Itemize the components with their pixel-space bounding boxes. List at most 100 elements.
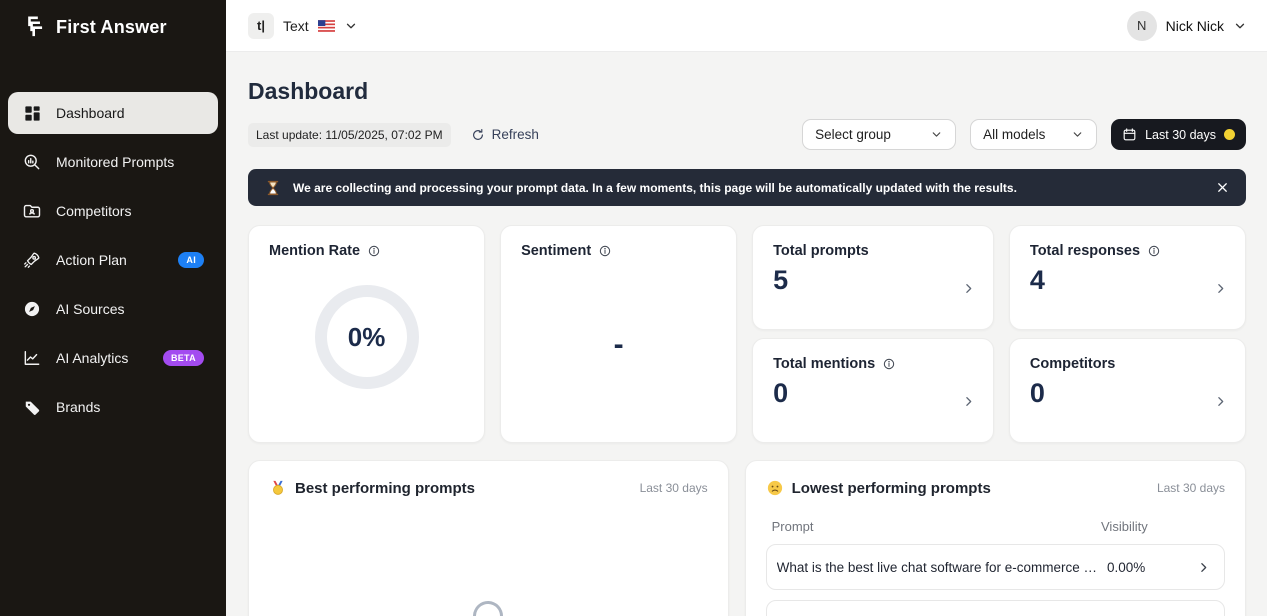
chevron-right-icon: [1197, 561, 1210, 574]
sidebar: First Answer Dashboard Monitored Prompts…: [0, 0, 226, 616]
refresh-label: Refresh: [491, 127, 539, 142]
medal-icon: [269, 479, 287, 497]
chevron-right-icon[interactable]: [1214, 282, 1227, 295]
loading-spinner: [468, 596, 509, 616]
total-prompts-value: 5: [773, 265, 789, 295]
sidebar-item-action-plan[interactable]: Action Plan AI: [8, 239, 218, 281]
sidebar-item-monitored-prompts[interactable]: Monitored Prompts: [8, 141, 218, 183]
best-prompts-panel: Best performing prompts Last 30 days: [248, 460, 729, 616]
chevron-down-icon: [344, 19, 358, 33]
prompt-column-header: Prompt: [771, 519, 814, 534]
mention-rate-donut: 0%: [314, 285, 419, 389]
meta-row: Last update: 11/05/2025, 07:02 PM Refres…: [248, 119, 1246, 150]
ai-badge: AI: [178, 252, 204, 268]
mention-rate-card: Mention Rate 0%: [248, 225, 486, 443]
sidebar-item-label: Competitors: [56, 203, 132, 219]
sidebar-item-competitors[interactable]: Competitors: [8, 190, 218, 232]
line-chart-icon: [22, 348, 42, 368]
chevron-down-icon: [1073, 132, 1082, 137]
sidebar-item-dashboard[interactable]: Dashboard: [8, 92, 218, 134]
compass-icon: [22, 299, 42, 319]
chevron-down-icon: [932, 132, 941, 137]
group-select[interactable]: Select group: [802, 119, 957, 150]
brand-name: First Answer: [56, 16, 167, 37]
refresh-button[interactable]: Refresh: [471, 127, 539, 142]
best-prompts-title: Best performing prompts: [295, 479, 476, 497]
sidebar-item-ai-sources[interactable]: AI Sources: [8, 288, 218, 330]
competitors-label: Competitors: [1029, 356, 1116, 372]
mention-rate-value: 0%: [347, 321, 386, 352]
sentiment-label: Sentiment: [521, 243, 592, 259]
brand-logo-icon: [20, 14, 46, 40]
info-icon[interactable]: [367, 244, 381, 258]
last-update-pill: Last update: 11/05/2025, 07:02 PM: [248, 122, 451, 147]
total-mentions-card[interactable]: Total mentions 0: [752, 338, 994, 443]
sidebar-item-brands[interactable]: Brands: [8, 386, 218, 428]
chevron-down-icon: [1233, 19, 1247, 33]
main-area: t| Text N Nick Nick Dashboard Last updat…: [226, 0, 1267, 616]
info-icon[interactable]: [882, 357, 896, 371]
best-prompts-period: Last 30 days: [639, 481, 708, 495]
total-mentions-value: 0: [773, 378, 789, 408]
banner-message: We are collecting and processing your pr…: [293, 180, 1017, 195]
sad-face-icon: [766, 479, 784, 497]
text-mode-selector[interactable]: t| Text: [248, 12, 358, 39]
sentiment-card: Sentiment -: [500, 225, 738, 443]
sidebar-item-label: Dashboard: [56, 105, 125, 121]
filter-controls: Select group All models Last 30 days: [802, 119, 1246, 150]
total-responses-value: 4: [1029, 265, 1045, 295]
visibility-column-header: Visibility: [1101, 519, 1148, 534]
banner-close-button[interactable]: [1215, 180, 1230, 195]
avatar: N: [1126, 10, 1157, 41]
lowest-prompts-period: Last 30 days: [1156, 481, 1225, 495]
hourglass-icon: [264, 179, 282, 197]
sidebar-item-label: Monitored Prompts: [56, 154, 175, 170]
user-menu[interactable]: N Nick Nick: [1126, 10, 1247, 41]
topbar: t| Text N Nick Nick: [226, 0, 1267, 52]
folder-user-icon: [22, 201, 42, 221]
sentiment-value: -: [613, 328, 624, 361]
text-mode-icon: t|: [248, 12, 274, 39]
dashboard-content: Dashboard Last update: 11/05/2025, 07:02…: [226, 52, 1267, 616]
sidebar-item-ai-analytics[interactable]: AI Analytics BETA: [8, 337, 218, 379]
models-select[interactable]: All models: [970, 119, 1098, 150]
magnifier-chart-icon: [22, 152, 42, 172]
tag-icon: [22, 397, 42, 417]
visibility-value: 0.00%: [1107, 559, 1146, 575]
processing-banner: We are collecting and processing your pr…: [248, 169, 1246, 206]
prompt-text: What is the best live chat software for …: [776, 559, 1097, 575]
yellow-dot-indicator: [1224, 129, 1235, 140]
text-mode-label: Text: [283, 17, 309, 34]
prompt-row[interactable]: Top AI tools that help the e-commerce … …: [765, 600, 1225, 616]
group-select-value: Select group: [815, 127, 891, 142]
total-prompts-card[interactable]: Total prompts 5: [752, 225, 994, 330]
chevron-right-icon[interactable]: [962, 395, 975, 408]
calendar-icon: [1122, 127, 1137, 142]
prompt-row[interactable]: What is the best live chat software for …: [765, 544, 1225, 590]
info-icon[interactable]: [598, 244, 612, 258]
models-select-value: All models: [983, 127, 1046, 142]
chevron-right-icon[interactable]: [962, 282, 975, 295]
chevron-right-icon[interactable]: [1214, 395, 1227, 408]
competitors-value: 0: [1029, 378, 1045, 408]
rocket-icon: [22, 250, 42, 270]
sidebar-item-label: AI Sources: [56, 301, 125, 317]
sidebar-item-label: Action Plan: [56, 252, 127, 268]
page-title: Dashboard: [248, 78, 369, 104]
refresh-icon: [471, 128, 485, 142]
date-range-button[interactable]: Last 30 days: [1111, 119, 1246, 150]
date-range-label: Last 30 days: [1145, 127, 1216, 142]
close-icon: [1218, 183, 1227, 192]
stats-grid: Total prompts 5 Total responses 4 Mentio…: [248, 225, 1246, 443]
beta-badge: BETA: [162, 350, 204, 366]
sidebar-nav: Dashboard Monitored Prompts Competitors …: [0, 92, 226, 428]
sidebar-item-label: AI Analytics: [56, 350, 129, 366]
competitors-card[interactable]: Competitors 0: [1008, 338, 1246, 443]
total-responses-label: Total responses: [1029, 243, 1141, 259]
prompts-panels: Best performing prompts Last 30 days Low…: [248, 460, 1246, 616]
dashboard-grid-icon: [22, 103, 42, 123]
info-icon[interactable]: [1147, 244, 1161, 258]
total-responses-card[interactable]: Total responses 4: [1008, 225, 1246, 330]
prompts-table-header: Prompt Visibility: [766, 519, 1225, 534]
mention-rate-label: Mention Rate: [269, 243, 361, 259]
